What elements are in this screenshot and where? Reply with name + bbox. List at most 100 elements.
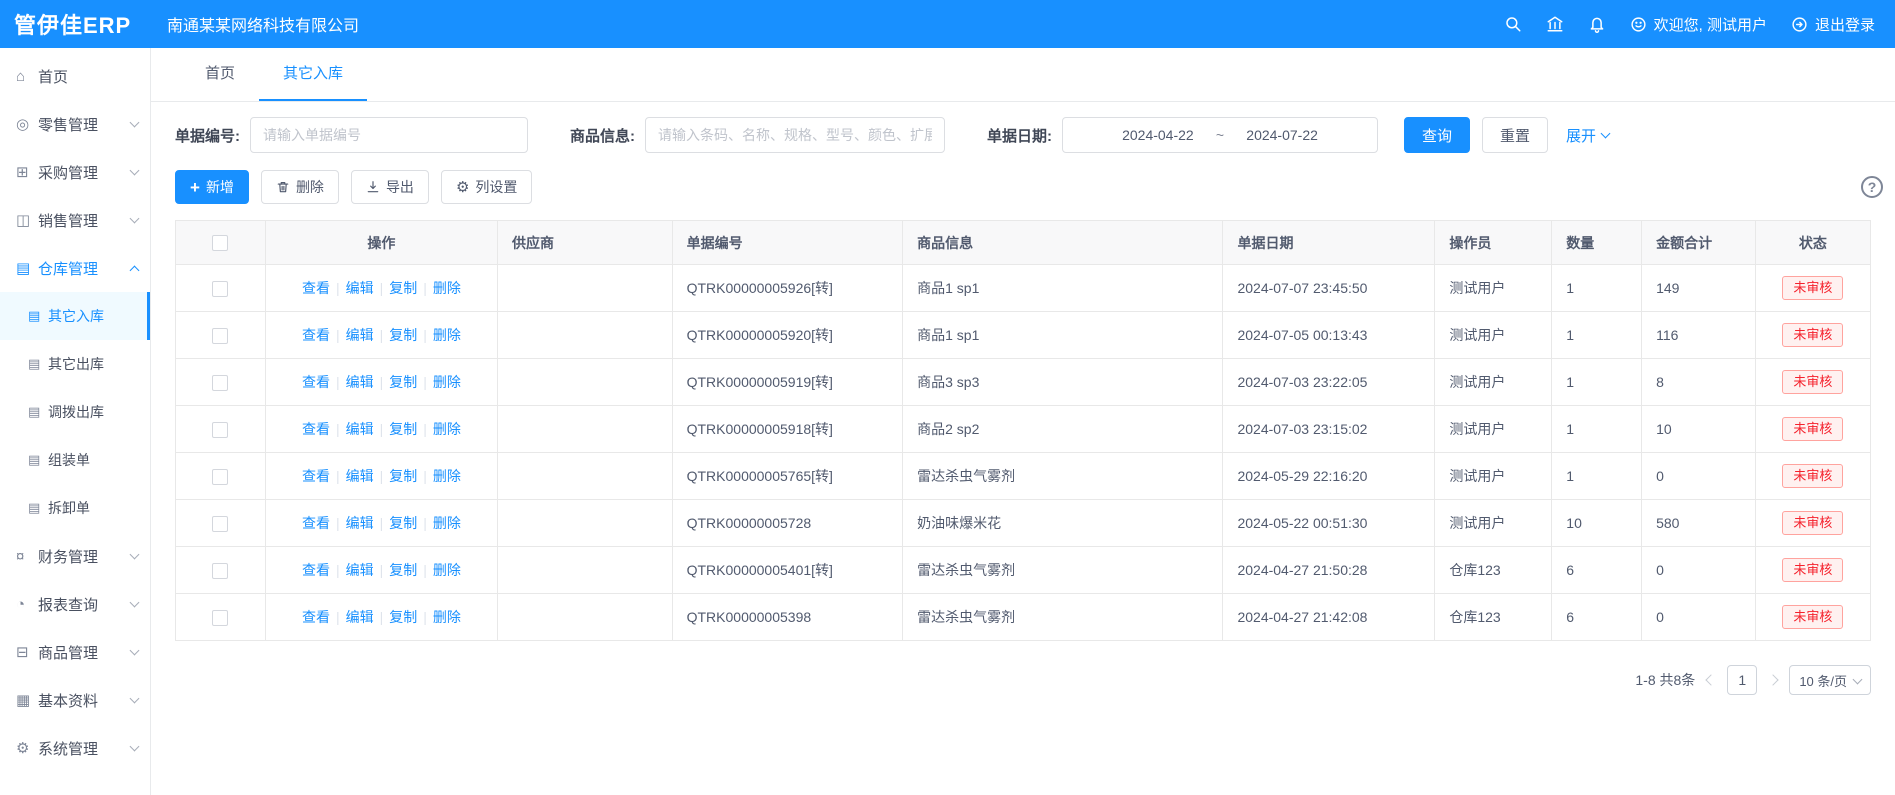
date-to-input[interactable]: [1228, 127, 1336, 143]
edit-link[interactable]: 编辑: [346, 421, 374, 437]
delete-link[interactable]: 删除: [433, 515, 461, 531]
export-button[interactable]: 导出: [351, 170, 429, 204]
sidebar-subitem-disassembly-order[interactable]: ▤ 拆卸单: [0, 484, 150, 532]
copy-link[interactable]: 复制: [389, 609, 417, 625]
row-checkbox[interactable]: [212, 610, 228, 626]
cell-amount: 149: [1642, 265, 1756, 312]
bell-icon[interactable]: [1588, 15, 1606, 33]
delete-link[interactable]: 删除: [433, 562, 461, 578]
company-name: 南通某某网络科技有限公司: [167, 12, 359, 36]
edit-link[interactable]: 编辑: [346, 515, 374, 531]
product-info-input[interactable]: [645, 117, 945, 153]
sidebar-item-products[interactable]: ⊟ 商品管理: [0, 628, 150, 676]
copy-link[interactable]: 复制: [389, 421, 417, 437]
sidebar-item-purchase[interactable]: ⊞ 采购管理: [0, 148, 150, 196]
row-checkbox[interactable]: [212, 281, 228, 297]
sidebar-item-retail[interactable]: ◎ 零售管理: [0, 100, 150, 148]
row-checkbox[interactable]: [212, 563, 228, 579]
cell-date: 2024-04-27 21:50:28: [1223, 547, 1435, 594]
logout-label: 退出登录: [1815, 14, 1875, 35]
cell-operator: 测试用户: [1435, 453, 1552, 500]
next-page-icon[interactable]: [1768, 674, 1779, 685]
edit-link[interactable]: 编辑: [346, 280, 374, 296]
tab-home[interactable]: 首页: [181, 48, 259, 101]
sidebar-subitem-transfer-outbound[interactable]: ▤ 调拨出库: [0, 388, 150, 436]
search-button[interactable]: 查询: [1404, 117, 1470, 153]
date-range-picker[interactable]: ~: [1062, 117, 1378, 153]
sidebar-subitem-other-inbound[interactable]: ▤ 其它入库: [0, 292, 150, 340]
reset-button[interactable]: 重置: [1482, 117, 1548, 153]
bank-icon[interactable]: [1546, 15, 1564, 33]
view-link[interactable]: 查看: [302, 562, 330, 578]
sidebar-subitem-other-outbound[interactable]: ▤ 其它出库: [0, 340, 150, 388]
row-checkbox[interactable]: [212, 516, 228, 532]
select-all-checkbox[interactable]: [212, 235, 228, 251]
sidebar-item-sales[interactable]: ◫ 销售管理: [0, 196, 150, 244]
sidebar-item-label: 基本资料: [38, 690, 98, 711]
row-checkbox[interactable]: [212, 328, 228, 344]
link-separator: |: [336, 609, 340, 625]
delete-link[interactable]: 删除: [433, 468, 461, 484]
sidebar-subitem-label: 其它出库: [48, 354, 104, 374]
page-size-select[interactable]: 10 条/页: [1789, 665, 1871, 695]
delete-button[interactable]: 删除: [261, 170, 339, 204]
edit-link[interactable]: 编辑: [346, 327, 374, 343]
sidebar-item-warehouse[interactable]: ▤ 仓库管理: [0, 244, 150, 292]
page-number[interactable]: 1: [1727, 665, 1757, 695]
edit-link[interactable]: 编辑: [346, 374, 374, 390]
sidebar-item-label: 首页: [38, 66, 68, 87]
edit-link[interactable]: 编辑: [346, 562, 374, 578]
chevron-down-icon: [130, 742, 140, 752]
sidebar-subitem-label: 其它入库: [48, 306, 104, 326]
add-button[interactable]: + 新增: [175, 170, 249, 204]
view-link[interactable]: 查看: [302, 468, 330, 484]
sidebar-item-home[interactable]: ⌂ 首页: [0, 52, 150, 100]
sidebar-item-system[interactable]: ⚙ 系统管理: [0, 724, 150, 772]
link-separator: |: [336, 327, 340, 343]
view-link[interactable]: 查看: [302, 327, 330, 343]
link-separator: |: [380, 609, 384, 625]
view-link[interactable]: 查看: [302, 280, 330, 296]
view-link[interactable]: 查看: [302, 609, 330, 625]
view-link[interactable]: 查看: [302, 374, 330, 390]
copy-link[interactable]: 复制: [389, 327, 417, 343]
search-icon[interactable]: [1504, 15, 1522, 33]
copy-link[interactable]: 复制: [389, 468, 417, 484]
sidebar-subitem-assembly-order[interactable]: ▤ 组装单: [0, 436, 150, 484]
column-settings-button[interactable]: ⚙ 列设置: [441, 170, 532, 204]
doc-no-input[interactable]: [250, 117, 528, 153]
copy-link[interactable]: 复制: [389, 515, 417, 531]
table-row: 查看|编辑|复制|删除 QTRK00000005728 奶油味爆米花 2024-…: [176, 500, 1871, 547]
delete-link[interactable]: 删除: [433, 421, 461, 437]
row-checkbox[interactable]: [212, 469, 228, 485]
cell-status: 未审核: [1755, 312, 1870, 359]
expand-filters-link[interactable]: 展开: [1566, 125, 1609, 146]
product-icon: ⊟: [16, 643, 38, 661]
delete-link[interactable]: 删除: [433, 374, 461, 390]
delete-link[interactable]: 删除: [433, 609, 461, 625]
copy-link[interactable]: 复制: [389, 562, 417, 578]
delete-link[interactable]: 删除: [433, 327, 461, 343]
col-header-qty: 数量: [1552, 221, 1642, 265]
prev-page-icon[interactable]: [1706, 674, 1717, 685]
row-checkbox[interactable]: [212, 375, 228, 391]
add-label: 新增: [206, 177, 234, 197]
help-icon[interactable]: ?: [1861, 176, 1883, 198]
date-from-input[interactable]: [1104, 127, 1212, 143]
row-checkbox[interactable]: [212, 422, 228, 438]
edit-link[interactable]: 编辑: [346, 468, 374, 484]
user-welcome[interactable]: 欢迎您, 测试用户: [1630, 14, 1767, 35]
sidebar-item-basic-data[interactable]: ▦ 基本资料: [0, 676, 150, 724]
edit-link[interactable]: 编辑: [346, 609, 374, 625]
view-link[interactable]: 查看: [302, 421, 330, 437]
sidebar-item-label: 仓库管理: [38, 258, 98, 279]
sidebar-item-reports[interactable]: ◔ 报表查询: [0, 580, 150, 628]
cell-product: 商品1 sp1: [903, 312, 1223, 359]
view-link[interactable]: 查看: [302, 515, 330, 531]
copy-link[interactable]: 复制: [389, 280, 417, 296]
copy-link[interactable]: 复制: [389, 374, 417, 390]
tab-other-inbound[interactable]: 其它入库: [259, 48, 367, 101]
logout-button[interactable]: 退出登录: [1791, 14, 1875, 35]
delete-link[interactable]: 删除: [433, 280, 461, 296]
sidebar-item-finance[interactable]: ¤ 财务管理: [0, 532, 150, 580]
